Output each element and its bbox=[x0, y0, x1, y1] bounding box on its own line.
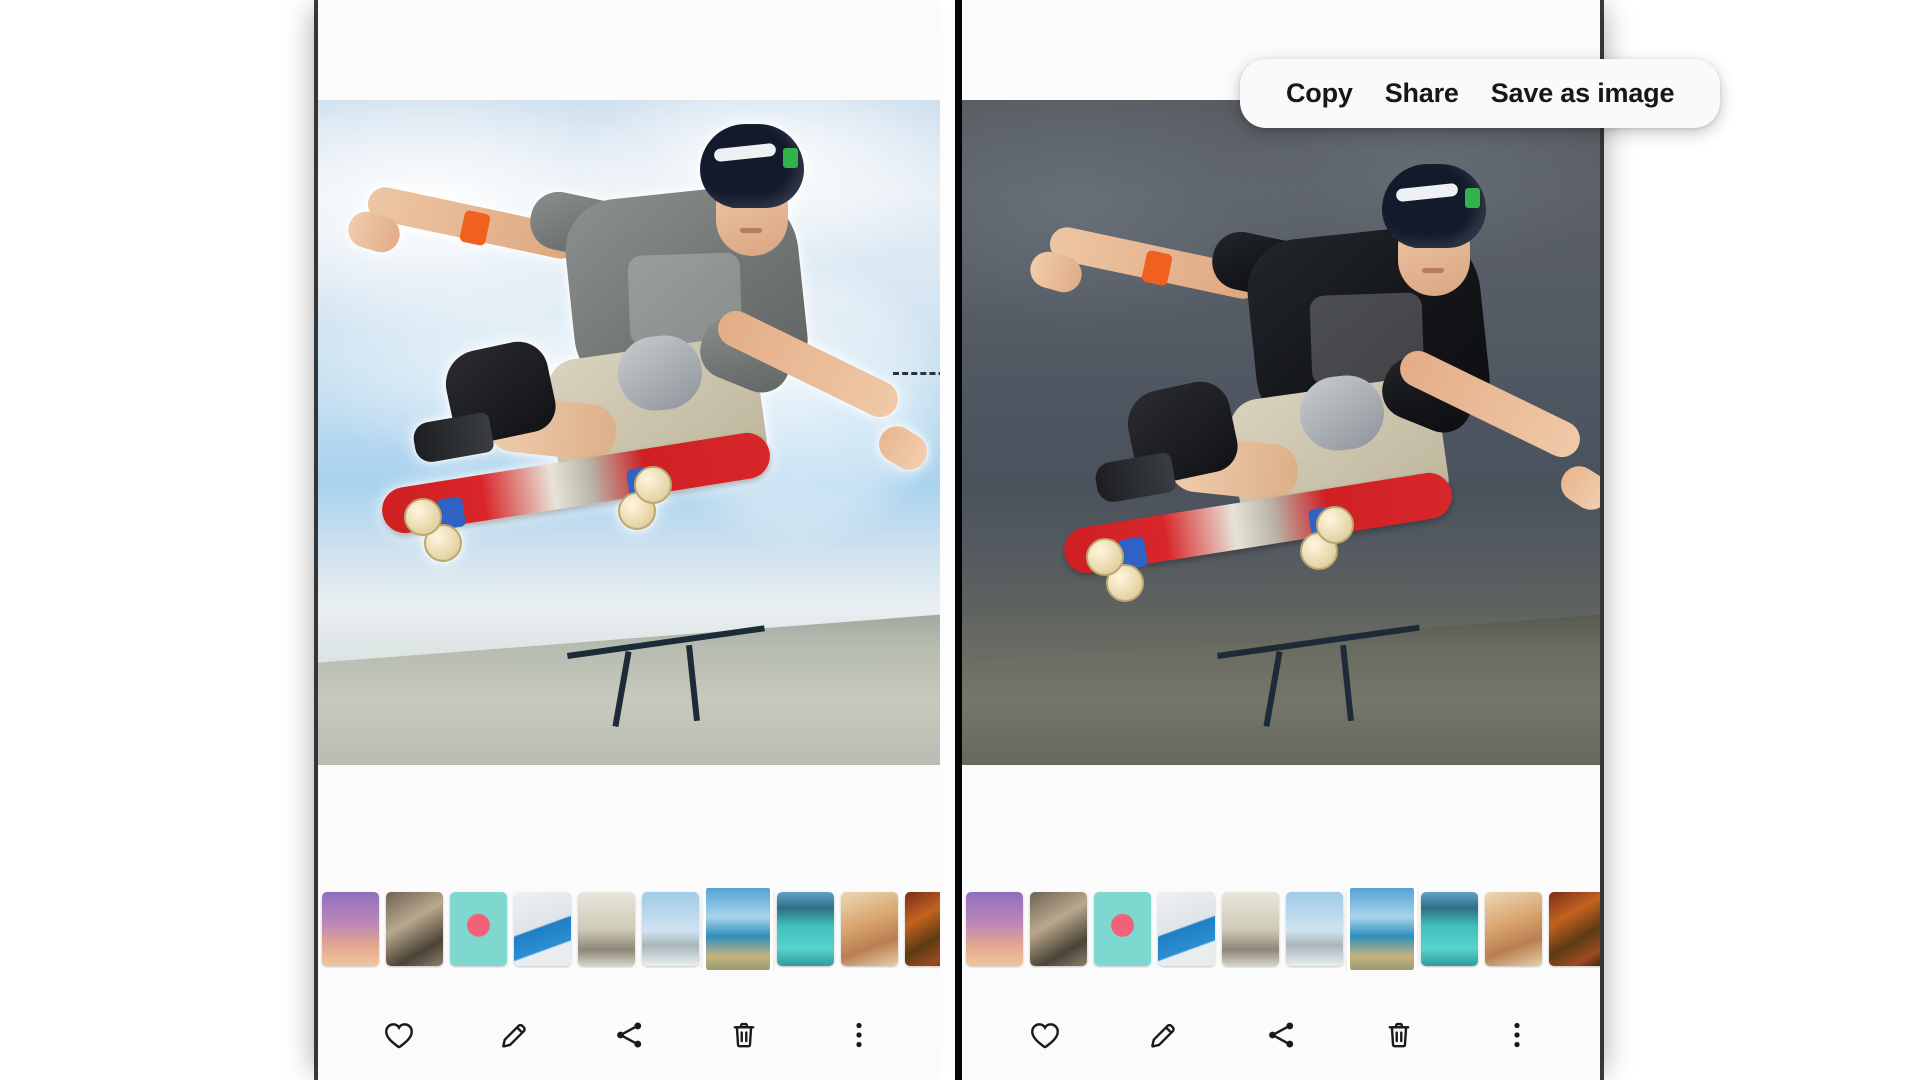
photo-viewer-after[interactable] bbox=[962, 100, 1600, 765]
favorite-button[interactable] bbox=[372, 1008, 426, 1062]
thumb-interior-lamp[interactable] bbox=[578, 892, 635, 966]
thumb-dancer[interactable] bbox=[1030, 892, 1087, 966]
screenshot-stage: Copy Share Save as image bbox=[0, 0, 1920, 1080]
thumb-turquoise-lagoon[interactable] bbox=[777, 892, 834, 966]
thumb-beach-sky[interactable] bbox=[706, 888, 770, 970]
share-button[interactable] bbox=[602, 1008, 656, 1062]
helmet bbox=[1382, 163, 1487, 248]
menu-item-share[interactable]: Share bbox=[1369, 74, 1475, 113]
thumb-interior-lamp[interactable] bbox=[1222, 892, 1279, 966]
pencil-icon bbox=[1151, 1023, 1175, 1048]
share-button[interactable] bbox=[1254, 1008, 1308, 1062]
thumb-skateboarder[interactable] bbox=[642, 892, 699, 966]
drag-guide-dashed-line bbox=[893, 372, 940, 375]
pencil-icon bbox=[502, 1023, 526, 1048]
menu-item-save-as-image[interactable]: Save as image bbox=[1475, 74, 1691, 113]
menu-item-copy[interactable]: Copy bbox=[1270, 74, 1369, 113]
before-panel bbox=[318, 0, 940, 1080]
delete-button[interactable] bbox=[717, 1008, 771, 1062]
thumb-dancer[interactable] bbox=[386, 892, 443, 966]
filmstrip-after[interactable] bbox=[962, 888, 1600, 970]
thumb-sunset-gradient[interactable] bbox=[966, 892, 1023, 966]
filmstrip-before[interactable] bbox=[318, 888, 940, 970]
heart-icon bbox=[1031, 1023, 1059, 1049]
thumb-sunset-gradient[interactable] bbox=[322, 892, 379, 966]
bottom-toolbar-before bbox=[318, 995, 940, 1075]
shoe bbox=[1093, 451, 1178, 505]
skateboard-wheel bbox=[1086, 537, 1125, 576]
thumb-blue-abstract[interactable] bbox=[1158, 892, 1215, 966]
thumb-pink-molecule[interactable] bbox=[1094, 892, 1151, 966]
bottom-toolbar-after bbox=[962, 995, 1600, 1075]
device-edge-left bbox=[314, 0, 318, 1080]
more-button[interactable] bbox=[832, 1008, 886, 1062]
subject-skateboarder[interactable] bbox=[1000, 140, 1600, 632]
heart-icon bbox=[385, 1023, 414, 1049]
thumb-pink-molecule[interactable] bbox=[450, 892, 507, 966]
thumb-skateboarder[interactable] bbox=[1286, 892, 1343, 966]
context-menu[interactable]: Copy Share Save as image bbox=[1240, 59, 1721, 128]
thumb-turquoise-lagoon[interactable] bbox=[1421, 892, 1478, 966]
share-icon bbox=[617, 1022, 642, 1048]
edit-button[interactable] bbox=[487, 1008, 541, 1062]
thumb-dog-sand[interactable] bbox=[1485, 892, 1542, 966]
skatepark-rail bbox=[566, 625, 766, 727]
favorite-button[interactable] bbox=[1018, 1008, 1072, 1062]
more-button[interactable] bbox=[1490, 1008, 1544, 1062]
skateboard-wheel bbox=[1316, 505, 1355, 544]
more-vertical-icon bbox=[855, 1022, 862, 1048]
device-edge-right bbox=[1600, 0, 1604, 1080]
thumb-market-spices[interactable] bbox=[1549, 892, 1600, 966]
skatepark-rail bbox=[1217, 624, 1421, 727]
device-seam bbox=[955, 0, 962, 1080]
trash-icon bbox=[1388, 1022, 1410, 1048]
photo-viewer-before[interactable] bbox=[318, 100, 940, 765]
thumb-blue-abstract[interactable] bbox=[514, 892, 571, 966]
thumb-market-spices[interactable] bbox=[905, 892, 940, 966]
after-panel bbox=[962, 0, 1600, 1080]
delete-button[interactable] bbox=[1372, 1008, 1426, 1062]
edit-button[interactable] bbox=[1136, 1008, 1190, 1062]
trash-icon bbox=[733, 1022, 755, 1048]
more-vertical-icon bbox=[1514, 1022, 1520, 1048]
thumb-dog-sand[interactable] bbox=[841, 892, 898, 966]
thumb-beach-sky[interactable] bbox=[1350, 888, 1414, 970]
share-icon bbox=[1269, 1022, 1294, 1048]
